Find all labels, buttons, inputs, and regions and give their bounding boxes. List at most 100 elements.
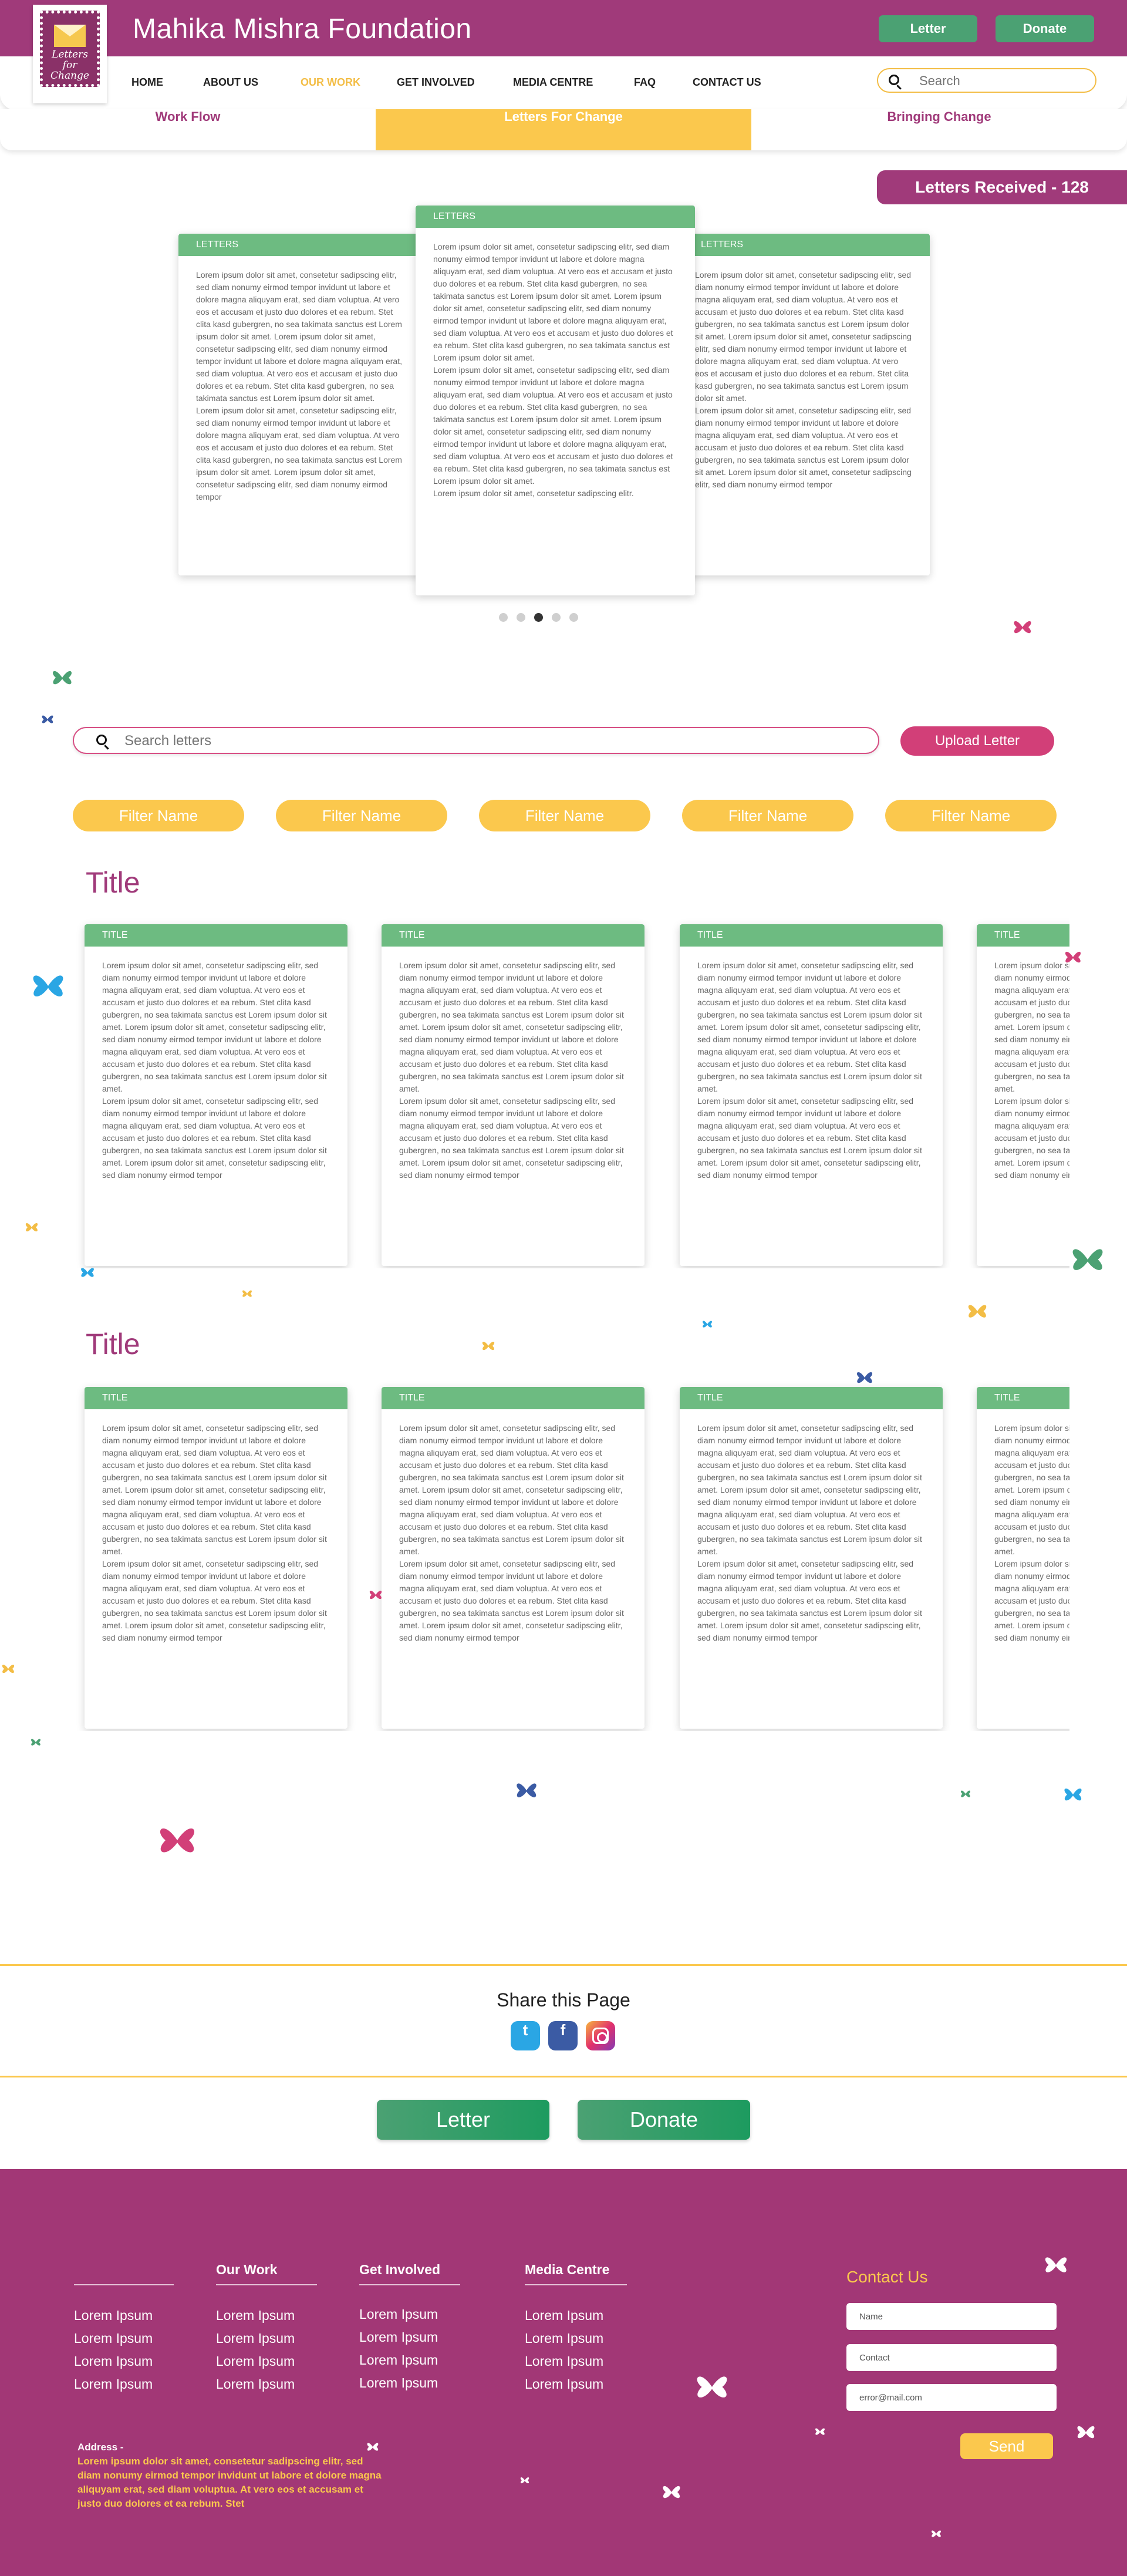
logo-stamp: Letters for Change: [40, 11, 100, 87]
butterfly-icon: [33, 975, 63, 996]
carousel-dot-active[interactable]: [534, 613, 543, 622]
letter-card[interactable]: TITLE Lorem ipsum dolor sit amet, conset…: [977, 924, 1069, 1266]
letter-card[interactable]: TITLE Lorem ipsum dolor sit amet, conset…: [85, 1387, 347, 1729]
letter-paragraph: Lorem ipsum dolor sit amet, consetetur s…: [697, 1423, 922, 1556]
letter-paragraph: Lorem ipsum dolor sit amet, consetetur s…: [102, 1423, 327, 1556]
footer-link[interactable]: Lorem Ipsum: [525, 2353, 603, 2369]
letter-paragraph: Lorem ipsum dolor sit amet, consetetur s…: [196, 270, 402, 403]
footer-link[interactable]: Lorem Ipsum: [525, 2376, 603, 2392]
footer-link[interactable]: Lorem Ipsum: [74, 2353, 153, 2369]
footer-link[interactable]: Lorem Ipsum: [216, 2308, 295, 2324]
nav-contact-us[interactable]: CONTACT US: [693, 76, 761, 89]
butterfly-icon: [1064, 1788, 1082, 1801]
butterfly-icon: [517, 1783, 536, 1797]
donate-button[interactable]: Donate: [578, 2100, 750, 2140]
carousel-dot[interactable]: [499, 613, 508, 622]
card-body: Lorem ipsum dolor sit amet, consetetur s…: [85, 1409, 347, 1657]
butterfly-icon: [81, 1268, 94, 1277]
card-body: Lorem ipsum dolor sit amet, consetetur s…: [416, 228, 695, 513]
letter-card[interactable]: TITLE Lorem ipsum dolor sit amet, conset…: [977, 1387, 1069, 1729]
name-field[interactable]: [846, 2303, 1057, 2330]
letter-paragraph: Lorem ipsum dolor sit amet, consetetur s…: [697, 1096, 922, 1180]
letters-received-badge: Letters Received - 128: [877, 170, 1127, 204]
carousel-card-right[interactable]: LETTERS Lorem ipsum dolor sit amet, cons…: [683, 234, 930, 575]
footer-link[interactable]: Lorem Ipsum: [74, 2308, 153, 2324]
letter-card[interactable]: TITLE Lorem ipsum dolor sit amet, conset…: [382, 1387, 645, 1729]
footer-link[interactable]: Lorem Ipsum: [359, 2375, 438, 2391]
letter-paragraph: Lorem ipsum dolor sit amet, consetetur s…: [433, 489, 634, 498]
send-button[interactable]: Send: [960, 2433, 1053, 2459]
site-logo[interactable]: Letters for Change: [33, 5, 107, 103]
letter-paragraph: Lorem ipsum dolor sit amet, consetetur s…: [399, 1559, 624, 1642]
footer-link[interactable]: Lorem Ipsum: [74, 2376, 153, 2392]
filter-chip[interactable]: Filter Name: [682, 800, 853, 831]
card-header: LETTERS: [416, 206, 695, 228]
letter-card[interactable]: TITLE Lorem ipsum dolor sit amet, conset…: [85, 924, 347, 1266]
card-header: TITLE: [977, 924, 1069, 947]
butterfly-icon: [932, 2530, 941, 2537]
footer-link[interactable]: Lorem Ipsum: [216, 2353, 295, 2369]
upload-letter-button[interactable]: Upload Letter: [900, 726, 1054, 756]
letter-card[interactable]: TITLE Lorem ipsum dolor sit amet, conset…: [680, 1387, 943, 1729]
footer-link[interactable]: Lorem Ipsum: [359, 2306, 438, 2322]
letter-card[interactable]: TITLE Lorem ipsum dolor sit amet, conset…: [382, 924, 645, 1266]
site-search[interactable]: [877, 68, 1096, 93]
filter-chip[interactable]: Filter Name: [276, 800, 447, 831]
card-header: TITLE: [85, 1387, 347, 1409]
letter-paragraph: Lorem ipsum dolor sit amet, consetetur s…: [695, 270, 912, 403]
footer-link[interactable]: Lorem Ipsum: [216, 2376, 295, 2392]
letter-row: TITLE Lorem ipsum dolor sit amet, conset…: [70, 1379, 1069, 1731]
letter-paragraph: Lorem ipsum dolor sit amet, consetetur s…: [994, 961, 1069, 1093]
card-header: TITLE: [977, 1387, 1069, 1409]
card-body: Lorem ipsum dolor sit amet, consetetur s…: [178, 256, 425, 516]
facebook-share-button[interactable]: f: [548, 2021, 578, 2050]
carousel-dot[interactable]: [517, 613, 525, 622]
email-field[interactable]: [846, 2384, 1057, 2411]
footer: Lorem Ipsum Lorem Ipsum Lorem Ipsum Lore…: [0, 2169, 1127, 2576]
filter-chip[interactable]: Filter Name: [479, 800, 650, 831]
nav-about-us[interactable]: ABOUT US: [203, 76, 258, 89]
filter-chip[interactable]: Filter Name: [73, 800, 244, 831]
footer-col4-title: Media Centre: [525, 2262, 610, 2277]
header-donate-button[interactable]: Donate: [996, 15, 1094, 42]
nav-our-work[interactable]: OUR WORK: [301, 76, 360, 89]
twitter-share-button[interactable]: t: [511, 2021, 540, 2050]
footer-link[interactable]: Lorem Ipsum: [74, 2331, 153, 2346]
instagram-share-button[interactable]: [586, 2021, 615, 2050]
tab-bringing-change[interactable]: Bringing Change: [751, 109, 1127, 150]
tab-work-flow[interactable]: Work Flow: [0, 109, 376, 150]
letter-paragraph: Lorem ipsum dolor sit amet, consetetur s…: [102, 1559, 327, 1642]
footer-link[interactable]: Lorem Ipsum: [525, 2331, 603, 2346]
carousel-card-center[interactable]: LETTERS Lorem ipsum dolor sit amet, cons…: [416, 206, 695, 595]
footer-link[interactable]: Lorem Ipsum: [359, 2352, 438, 2368]
site-search-input[interactable]: [919, 73, 1084, 89]
nav-media-centre[interactable]: MEDIA CENTRE: [513, 76, 593, 89]
letter-button[interactable]: Letter: [377, 2100, 549, 2140]
carousel-dot[interactable]: [552, 613, 561, 622]
nav-faq[interactable]: FAQ: [634, 76, 656, 89]
letters-search[interactable]: [73, 727, 879, 754]
butterfly-icon: [1065, 951, 1081, 963]
sub-tabs: Work Flow Letters For Change Bringing Ch…: [0, 109, 1127, 150]
footer-rule: [359, 2284, 460, 2285]
letter-card[interactable]: TITLE Lorem ipsum dolor sit amet, conset…: [680, 924, 943, 1266]
letters-search-input[interactable]: [124, 733, 829, 749]
butterfly-icon: [961, 1790, 970, 1797]
nav-get-involved[interactable]: GET INVOLVED: [397, 76, 475, 89]
nav-home[interactable]: HOME: [131, 76, 163, 89]
contact-field[interactable]: [846, 2344, 1057, 2371]
tab-letters-for-change[interactable]: Letters For Change: [376, 109, 751, 150]
letter-paragraph: Lorem ipsum dolor sit amet, consetetur s…: [695, 406, 912, 489]
filter-chip[interactable]: Filter Name: [885, 800, 1057, 831]
footer-link[interactable]: Lorem Ipsum: [216, 2331, 295, 2346]
butterfly-icon: [815, 2428, 825, 2435]
carousel-card-left[interactable]: LETTERS Lorem ipsum dolor sit amet, cons…: [178, 234, 425, 575]
footer-link[interactable]: Lorem Ipsum: [525, 2308, 603, 2324]
carousel-dot[interactable]: [569, 613, 578, 622]
footer-col2-title: Our Work: [216, 2262, 278, 2277]
footer-link[interactable]: Lorem Ipsum: [359, 2329, 438, 2345]
letter-paragraph: Lorem ipsum dolor sit amet, consetetur s…: [102, 1096, 327, 1180]
card-header: TITLE: [382, 924, 645, 947]
header-letter-button[interactable]: Letter: [879, 15, 977, 42]
butterfly-icon: [2, 1664, 15, 1673]
